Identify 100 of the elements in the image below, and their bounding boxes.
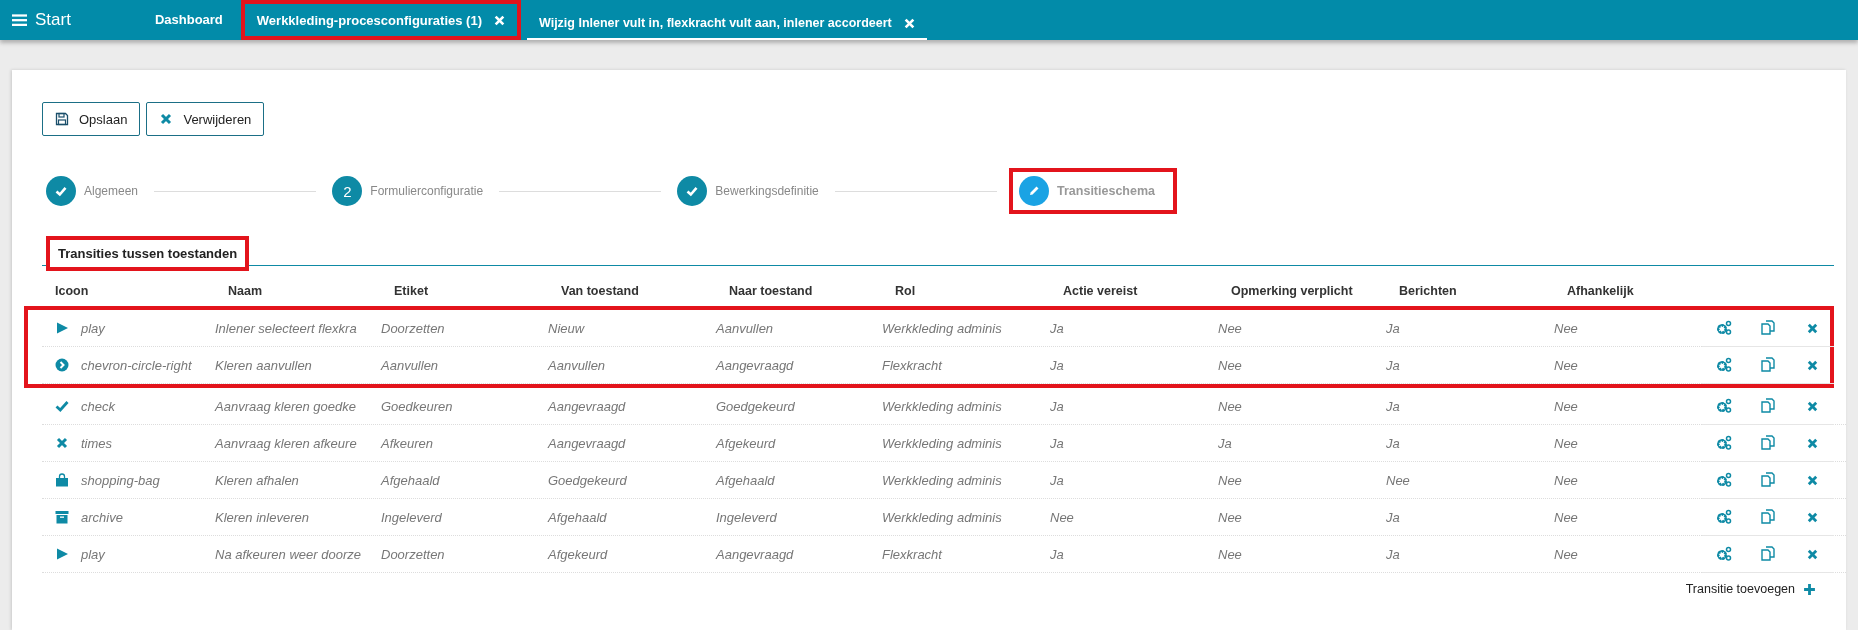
table-cell: Nee	[1050, 509, 1074, 525]
table-cell: Ja	[1218, 435, 1232, 451]
table-cell: Ja	[1050, 472, 1064, 488]
table-cell: Kleren inleveren	[215, 509, 309, 525]
column-header: Naam	[227, 284, 264, 298]
table-cell: Ja	[1386, 320, 1400, 336]
settings-icon[interactable]	[1716, 320, 1732, 336]
table-cell: Nee	[1554, 472, 1578, 488]
delete-icon[interactable]	[1805, 321, 1819, 335]
save-button[interactable]: Opslaan	[42, 102, 141, 136]
delete-icon[interactable]	[1805, 473, 1819, 487]
add-transition-button[interactable]: Transitie toevoegen	[1679, 581, 1822, 597]
table-cell: times	[81, 435, 113, 451]
table-cell: Nee	[1554, 320, 1578, 336]
table-cell: Ja	[1386, 546, 1400, 562]
delete-icon[interactable]	[1805, 399, 1819, 413]
table-cell: Aangevraagd	[548, 398, 626, 414]
step-circle[interactable]	[1019, 176, 1050, 206]
table-cell: Aanvraag kleren afkeure	[215, 435, 357, 451]
copy-icon[interactable]	[1760, 435, 1776, 451]
delete-icon[interactable]	[1805, 358, 1819, 372]
step-circle[interactable]	[677, 176, 708, 206]
play-icon	[55, 547, 69, 561]
table-cell: Flexkracht	[882, 357, 942, 373]
close-icon	[159, 112, 174, 126]
column-header: Naar toestand	[728, 284, 814, 298]
delete-icon[interactable]	[1805, 547, 1819, 561]
tab[interactable]: Wijzig Inlener vult in, flexkracht vult aan, inlener accordeert	[526, 0, 927, 40]
table-cell: check	[81, 398, 115, 414]
table-cell: Inlener selecteert flexkra	[215, 320, 357, 336]
table-cell: Nee	[1218, 320, 1242, 336]
settings-icon[interactable]	[1716, 472, 1732, 488]
tab[interactable]: Werkkleding-procesconfiguraties (1)	[240, 0, 521, 40]
settings-icon[interactable]	[1716, 435, 1732, 451]
table-cell: Werkkleding adminis	[882, 398, 1002, 414]
column-header: Etiket	[393, 284, 430, 298]
table-cell: Doorzetten	[381, 320, 445, 336]
table-cell: Ja	[1386, 435, 1400, 451]
play-icon	[55, 321, 69, 335]
copy-icon[interactable]	[1760, 357, 1776, 373]
copy-icon[interactable]	[1760, 472, 1776, 488]
table-cell: Afgekeurd	[548, 546, 608, 562]
table-cell: Ja	[1050, 546, 1064, 562]
column-header: Icoon	[54, 284, 90, 298]
table-cell: Afgekeurd	[716, 435, 776, 451]
table-cell: Kleren aanvullen	[215, 357, 312, 373]
column-header: Afhankelijk	[1566, 284, 1635, 298]
tab[interactable]: Dashboard	[142, 0, 235, 40]
table-cell: Nee	[1554, 509, 1578, 525]
copy-icon[interactable]	[1760, 509, 1776, 525]
settings-icon[interactable]	[1716, 546, 1732, 562]
check-icon	[55, 399, 69, 413]
table-cell: Nieuw	[548, 320, 585, 336]
copy-icon[interactable]	[1760, 398, 1776, 414]
table-cell: Aanvullen	[381, 357, 439, 373]
step-label: Transitieschema	[1057, 184, 1155, 198]
table-cell: Aangevraagd	[716, 357, 794, 373]
table-cell: Aanvullen	[548, 357, 606, 373]
table-cell: Aanvraag kleren goedke	[215, 398, 356, 414]
table-cell: Nee	[1554, 435, 1578, 451]
table-cell: Goedkeuren	[381, 398, 453, 414]
table-cell: Ingeleverd	[716, 509, 777, 525]
table-cell: Ja	[1050, 398, 1064, 414]
menu-icon	[12, 13, 27, 27]
table-cell: play	[81, 320, 105, 336]
step-label: Bewerkingsdefinitie	[715, 184, 819, 198]
section-title: Transities tussen toestanden	[46, 236, 250, 271]
table-cell: Nee	[1386, 472, 1410, 488]
table-cell: Nee	[1554, 398, 1578, 414]
table-cell: Werkkleding adminis	[882, 509, 1002, 525]
settings-icon[interactable]	[1716, 509, 1732, 525]
delete-button[interactable]: Verwijderen	[146, 102, 265, 136]
settings-icon[interactable]	[1716, 357, 1732, 373]
chevron-circle-icon	[55, 358, 69, 372]
table-cell: Werkkleding adminis	[882, 435, 1002, 451]
table-cell: Aangevraagd	[548, 435, 626, 451]
table-cell: Afgehaald	[716, 472, 775, 488]
table-cell: Ja	[1050, 357, 1064, 373]
table-cell: Nee	[1218, 546, 1242, 562]
copy-icon[interactable]	[1760, 546, 1776, 562]
column-header: Opmerking verplicht	[1230, 284, 1354, 298]
settings-icon[interactable]	[1716, 398, 1732, 414]
table-cell: chevron-circle-right	[81, 357, 192, 373]
copy-icon[interactable]	[1760, 320, 1776, 336]
delete-icon[interactable]	[1805, 510, 1819, 524]
table-cell: Ja	[1386, 509, 1400, 525]
delete-icon[interactable]	[1805, 436, 1819, 450]
close-icon[interactable]	[493, 14, 505, 26]
step-circle[interactable]	[46, 176, 76, 206]
step-label: Formulierconfiguratie	[370, 184, 484, 198]
table-cell: Nee	[1554, 546, 1578, 562]
close-icon	[55, 436, 69, 450]
table-cell: Afkeuren	[381, 435, 434, 451]
table-cell: Afgehaald	[548, 509, 607, 525]
table-cell: Goedgekeurd	[716, 398, 795, 414]
table-cell: Kleren afhalen	[215, 472, 299, 488]
step-circle[interactable]: 2	[332, 176, 363, 206]
table-cell: Werkkleding adminis	[882, 320, 1002, 336]
close-icon[interactable]	[903, 17, 915, 29]
start-menu-button[interactable]: Start	[0, 0, 83, 40]
